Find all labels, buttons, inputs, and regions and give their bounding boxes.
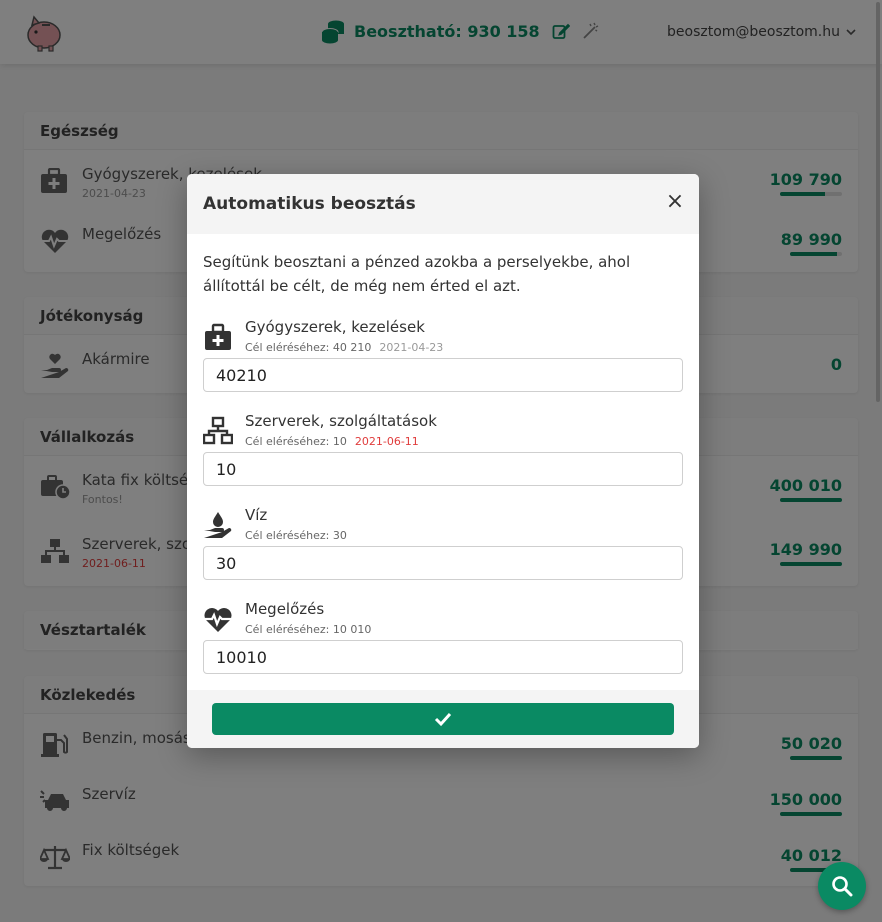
auto-allocate-modal: Automatikus beosztás × Segítünk beosztan… bbox=[187, 174, 699, 748]
goal-remaining: Cél eléréséhez: 30 bbox=[245, 529, 347, 542]
goal-meta: Cél eléréséhez: 10 2021-06-11 bbox=[245, 435, 419, 448]
goal-meta: Cél eléréséhez: 30 bbox=[245, 529, 347, 542]
goal-amount-input[interactable] bbox=[203, 546, 683, 580]
goal-name: Szerverek, szolgáltatások bbox=[245, 412, 437, 430]
goal-row: Szerverek, szolgáltatások Cél eléréséhez… bbox=[203, 412, 683, 502]
goal-name: Víz bbox=[245, 506, 268, 524]
goal-name: Megelőzés bbox=[245, 600, 325, 618]
hand-holding-water-icon bbox=[204, 512, 232, 538]
goal-name: Gyógyszerek, kezelések bbox=[245, 318, 425, 336]
goal-date: 2021-06-11 bbox=[354, 435, 419, 448]
search-icon bbox=[832, 876, 853, 897]
goal-date: 2021-04-23 bbox=[379, 341, 444, 354]
modal-title: Automatikus beosztás bbox=[203, 194, 416, 214]
medkit-icon bbox=[205, 323, 231, 350]
search-fab-button[interactable] bbox=[818, 862, 866, 910]
network-icon bbox=[203, 416, 233, 445]
goal-remaining: Cél eléréséhez: 10 010 bbox=[245, 623, 372, 636]
goal-remaining: Cél eléréséhez: 10 bbox=[245, 435, 347, 448]
modal-footer bbox=[187, 690, 699, 748]
goal-remaining: Cél eléréséhez: 40 210 bbox=[245, 341, 372, 354]
goal-amount-input[interactable] bbox=[203, 358, 683, 392]
close-icon[interactable]: × bbox=[665, 191, 685, 213]
confirm-button[interactable] bbox=[212, 703, 674, 735]
goal-amount-input[interactable] bbox=[203, 640, 683, 674]
heartbeat-icon bbox=[204, 608, 232, 632]
goal-amount-input[interactable] bbox=[203, 452, 683, 486]
goal-row: Gyógyszerek, kezelések Cél eléréséhez: 4… bbox=[203, 318, 683, 408]
modal-intro-text: Segítünk beosztani a pénzed azokba a per… bbox=[203, 253, 631, 295]
goal-meta: Cél eléréséhez: 40 210 2021-04-23 bbox=[245, 341, 443, 354]
goal-row: Víz Cél eléréséhez: 30 bbox=[203, 506, 683, 596]
goal-meta: Cél eléréséhez: 10 010 bbox=[245, 623, 371, 636]
modal-header: Automatikus beosztás × bbox=[187, 174, 699, 234]
goal-row: Megelőzés Cél eléréséhez: 10 010 bbox=[203, 600, 683, 690]
check-icon bbox=[434, 712, 452, 727]
